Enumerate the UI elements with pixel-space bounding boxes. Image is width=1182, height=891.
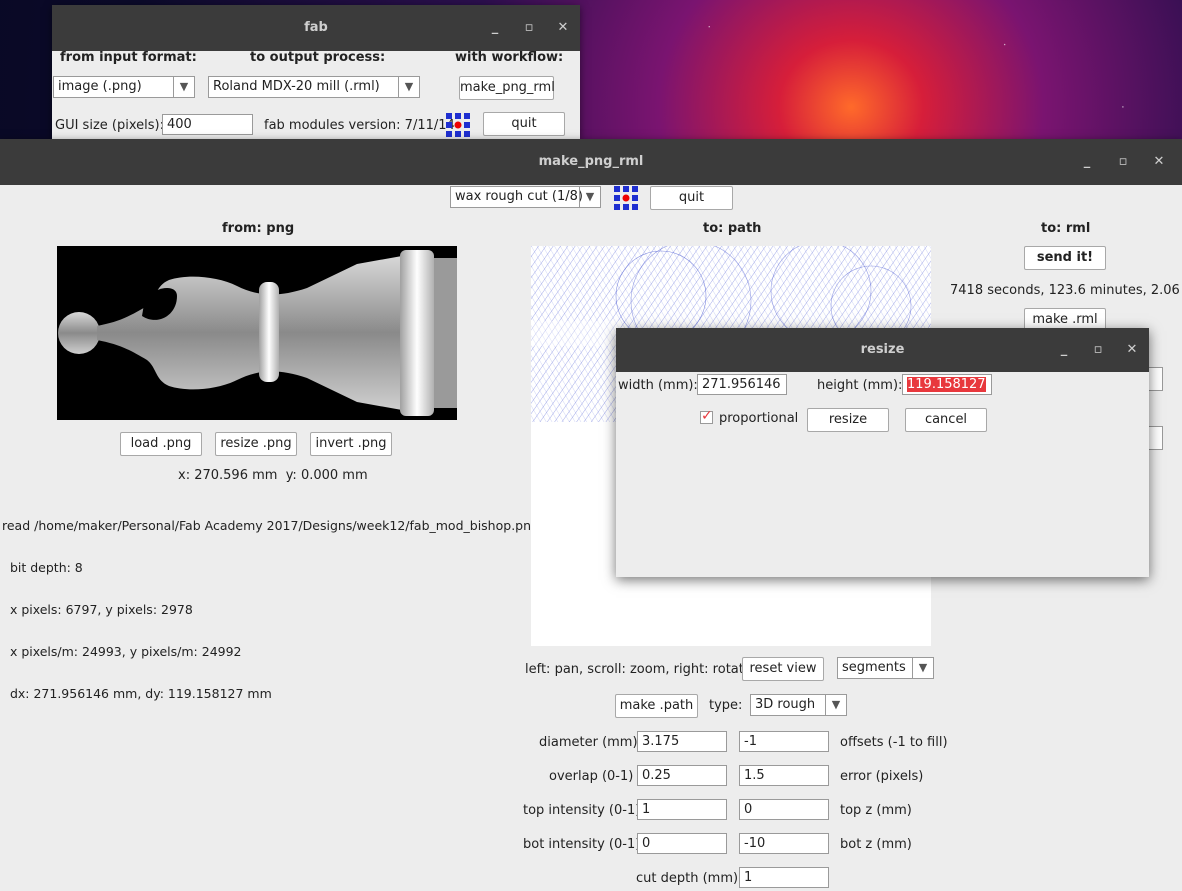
dialog-title: resize: [860, 342, 905, 357]
file-info-line: x pixels/m: 24993, y pixels/m: 24992: [2, 644, 242, 659]
top-z-input[interactable]: 0: [739, 799, 829, 820]
bot-z-label: bot z (mm): [840, 837, 912, 852]
workflow-button[interactable]: make_png_rml: [459, 76, 555, 100]
resize-titlebar: resize _ ▫ ✕: [616, 328, 1149, 372]
cursor-coordinates: x: 270.596 mm y: 0.000 mm: [178, 468, 368, 483]
minimize-icon[interactable]: _: [1080, 155, 1094, 169]
top-intensity-input[interactable]: 1: [637, 799, 727, 820]
view-mode-select[interactable]: segments ▼: [837, 657, 934, 679]
file-info-line: bit depth: 8: [2, 560, 83, 575]
window-title: fab: [304, 20, 328, 35]
make-path-button[interactable]: make .path: [615, 694, 698, 718]
main-quit-button[interactable]: quit: [650, 186, 733, 210]
workflow-header: with workflow:: [455, 50, 564, 65]
resize-dialog: resize _ ▫ ✕ width (mm): 271.956146 heig…: [616, 328, 1149, 577]
top-intensity-label: top intensity (0-1): [523, 803, 641, 818]
maximize-icon[interactable]: ▫: [1116, 155, 1130, 169]
fab-quit-button[interactable]: quit: [483, 112, 565, 136]
overlap-label: overlap (0-1): [549, 769, 634, 784]
process-select[interactable]: wax rough cut (1/8) ▼: [450, 186, 601, 208]
error-input[interactable]: 1.5: [739, 765, 829, 786]
gui-size-input[interactable]: 400: [162, 114, 253, 135]
minimize-icon[interactable]: _: [1057, 343, 1071, 357]
chevron-down-icon: ▼: [579, 187, 600, 207]
to-path-header: to: path: [703, 221, 762, 236]
chevron-down-icon: ▼: [912, 658, 933, 678]
chevron-down-icon: ▼: [398, 77, 419, 97]
minimize-icon[interactable]: _: [488, 21, 502, 35]
view-hint: left: pan, scroll: zoom, right: rotate: [525, 662, 752, 677]
file-info-line: x pixels: 6797, y pixels: 2978: [2, 602, 193, 617]
file-info-line: dx: 271.956146 mm, dy: 119.158127 mm: [2, 686, 272, 701]
version-label: fab modules version: 7/11/14: [264, 118, 455, 133]
time-estimate: 7418 seconds, 123.6 minutes, 2.06 hours: [950, 283, 1182, 298]
window-title: make_png_rml: [538, 154, 644, 169]
close-icon[interactable]: ✕: [1152, 155, 1166, 169]
reset-view-button[interactable]: reset view: [742, 657, 824, 681]
chevron-down-icon: ▼: [173, 77, 194, 97]
maximize-icon[interactable]: ▫: [522, 21, 536, 35]
diameter-input[interactable]: 3.175: [637, 731, 727, 752]
output-process-header: to output process:: [250, 50, 386, 65]
file-info-line: read /home/maker/Personal/Fab Academy 20…: [2, 518, 539, 533]
height-input[interactable]: 119.158127: [902, 374, 992, 395]
overlap-input[interactable]: 0.25: [637, 765, 727, 786]
resize-png-button[interactable]: resize .png: [215, 432, 297, 456]
close-icon[interactable]: ✕: [556, 21, 570, 35]
main-titlebar: make_png_rml _ ▫ ✕: [0, 139, 1182, 185]
invert-png-button[interactable]: invert .png: [310, 432, 392, 456]
close-icon[interactable]: ✕: [1125, 343, 1139, 357]
input-format-value: image (.png): [58, 79, 142, 94]
png-preview-image: [57, 246, 457, 420]
cut-depth-input[interactable]: 1: [739, 867, 829, 888]
type-label: type:: [709, 698, 743, 713]
cut-depth-label: cut depth (mm): [636, 871, 739, 886]
type-select[interactable]: 3D rough ▼: [750, 694, 847, 716]
top-z-label: top z (mm): [840, 803, 912, 818]
view-mode-value: segments: [842, 660, 906, 675]
fab-window: fab _ ▫ ✕ from input format: to output p…: [52, 5, 580, 139]
bot-z-input[interactable]: -10: [739, 833, 829, 854]
to-rml-header: to: rml: [1041, 221, 1091, 236]
output-process-select[interactable]: Roland MDX-20 mill (.rml) ▼: [208, 76, 420, 98]
send-it-button[interactable]: send it!: [1024, 246, 1106, 270]
resize-button[interactable]: resize: [807, 408, 889, 432]
from-png-header: from: png: [222, 221, 295, 236]
width-label: width (mm):: [618, 378, 698, 393]
maximize-icon[interactable]: ▫: [1091, 343, 1105, 357]
offsets-input[interactable]: -1: [739, 731, 829, 752]
file-info: read /home/maker/Personal/Fab Academy 20…: [2, 491, 539, 729]
height-value-selected: 119.158127: [907, 377, 986, 392]
fab-logo-icon: [614, 186, 638, 210]
input-format-select[interactable]: image (.png) ▼: [53, 76, 195, 98]
height-label: height (mm):: [817, 378, 903, 393]
chevron-down-icon: ▼: [825, 695, 846, 715]
input-format-header: from input format:: [60, 50, 197, 65]
width-input[interactable]: 271.956146: [697, 374, 787, 395]
fab-titlebar: fab _ ▫ ✕: [52, 5, 580, 51]
proportional-label: proportional: [719, 411, 799, 426]
cancel-button[interactable]: cancel: [905, 408, 987, 432]
type-value: 3D rough: [755, 697, 816, 712]
checkmark-icon: ✓: [701, 408, 713, 424]
proportional-checkbox[interactable]: ✓: [700, 408, 713, 424]
output-process-value: Roland MDX-20 mill (.rml): [213, 79, 380, 94]
process-value: wax rough cut (1/8): [455, 189, 583, 204]
fab-logo-icon: [446, 113, 470, 137]
diameter-label: diameter (mm): [539, 735, 638, 750]
offsets-label: offsets (-1 to fill): [840, 735, 948, 750]
load-png-button[interactable]: load .png: [120, 432, 202, 456]
gui-size-label: GUI size (pixels):: [55, 118, 164, 133]
bot-intensity-label: bot intensity (0-1): [523, 837, 641, 852]
error-label: error (pixels): [840, 769, 924, 784]
bot-intensity-input[interactable]: 0: [637, 833, 727, 854]
